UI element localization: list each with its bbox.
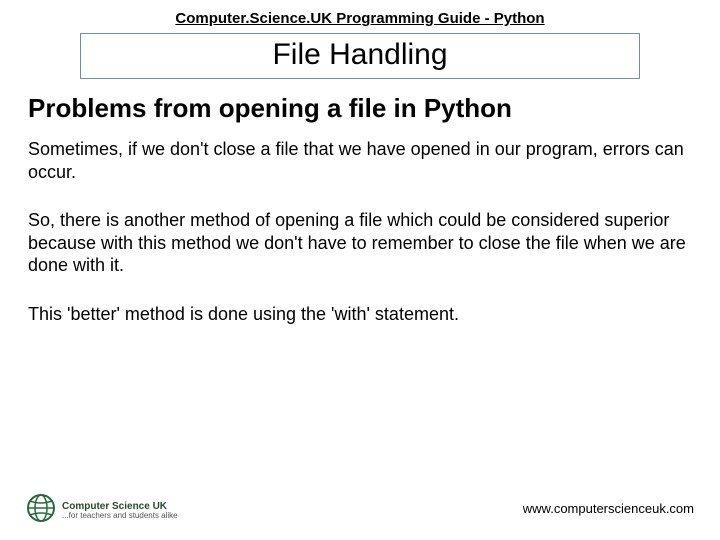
content-area: Problems from opening a file in Python S… xyxy=(0,79,720,325)
paragraph-1: Sometimes, if we don't close a file that… xyxy=(28,138,692,183)
brand-logo: Computer Science UK ...for teachers and … xyxy=(26,493,178,528)
globe-icon xyxy=(26,493,56,528)
logo-line1: Computer Science UK xyxy=(62,501,178,512)
site-url: www.computerscienceuk.com xyxy=(523,501,694,516)
paragraph-2: So, there is another method of opening a… xyxy=(28,209,692,277)
section-heading: Problems from opening a file in Python xyxy=(28,93,692,124)
logo-line2: ...for teachers and students alike xyxy=(62,512,178,521)
page-title: File Handling xyxy=(272,38,447,71)
guide-header: Computer.Science.UK Programming Guide - … xyxy=(0,0,720,27)
paragraph-3: This 'better' method is done using the '… xyxy=(28,303,692,326)
logo-text: Computer Science UK ...for teachers and … xyxy=(62,501,178,521)
title-box: File Handling xyxy=(80,33,640,79)
footer: Computer Science UK ...for teachers and … xyxy=(0,484,720,530)
